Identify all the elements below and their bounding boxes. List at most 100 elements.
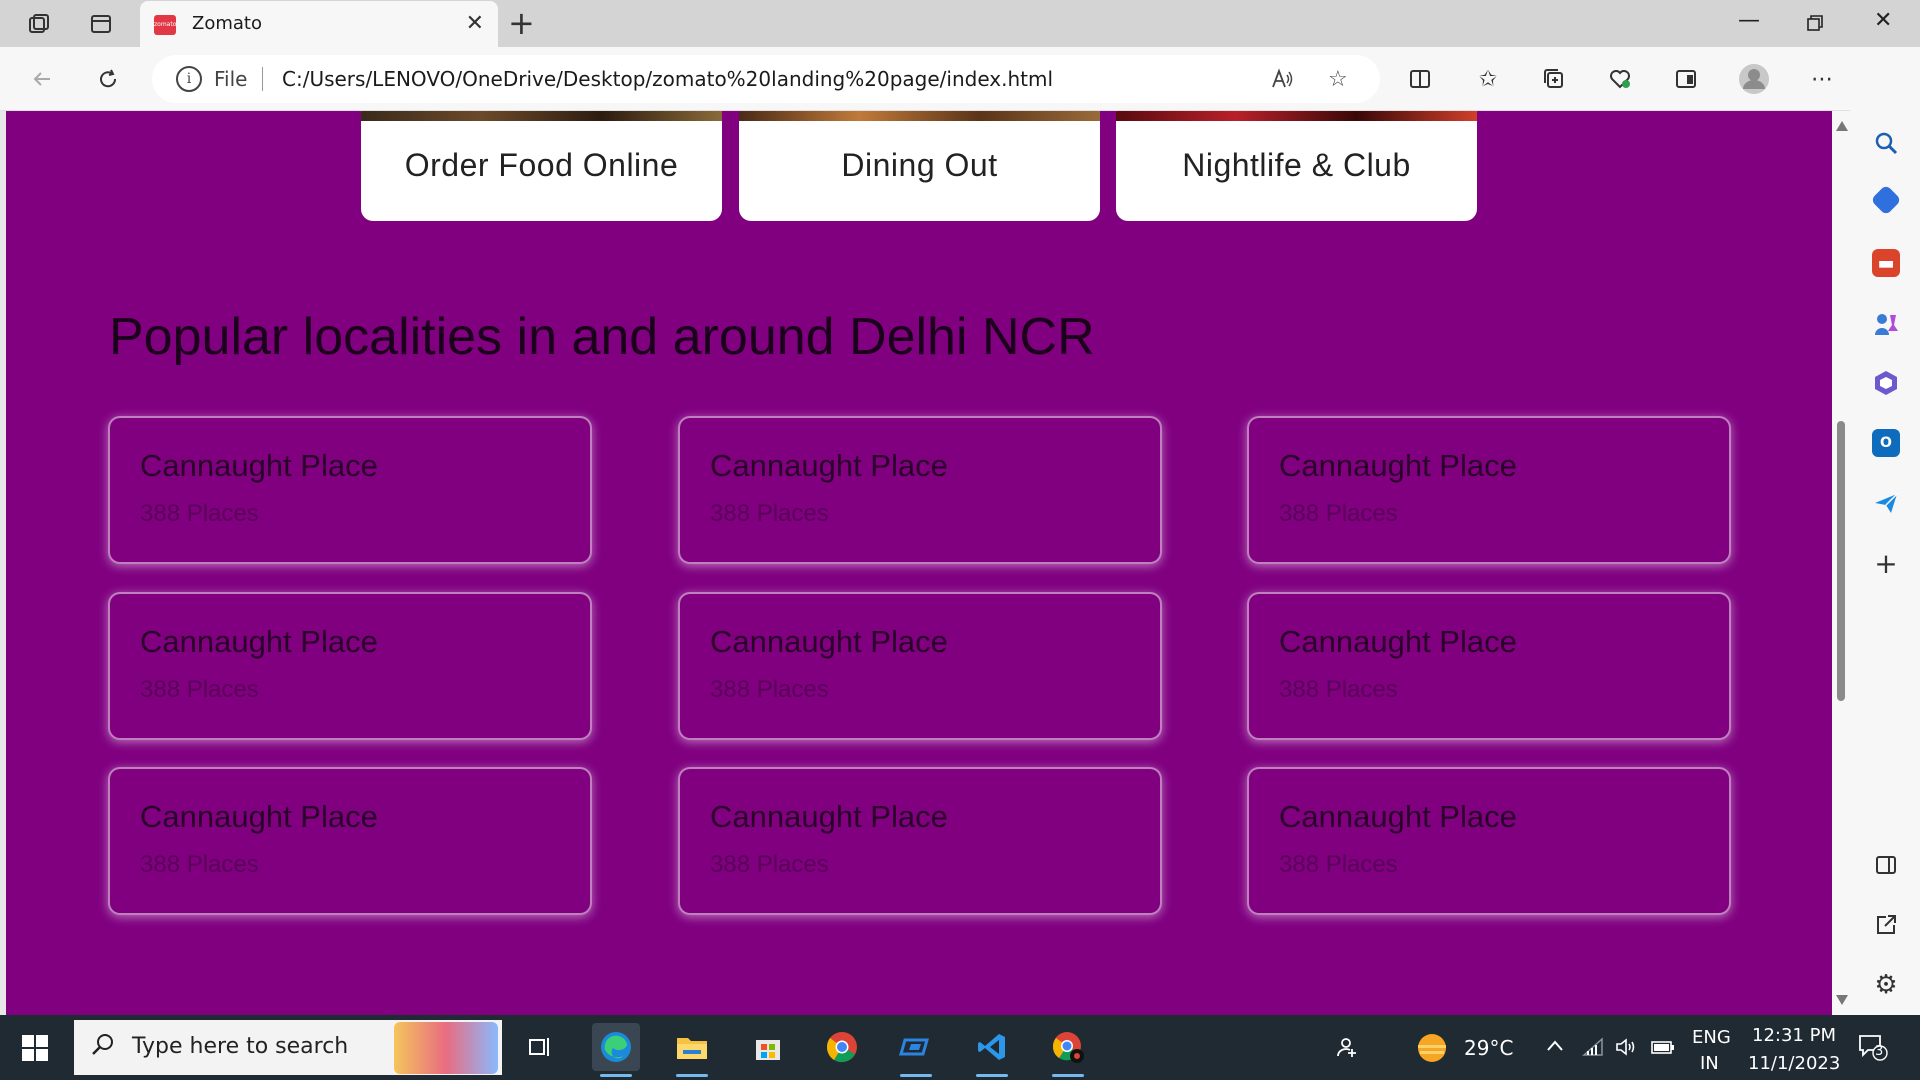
locality-name: Cannaught Place: [710, 799, 948, 834]
microsoft-365-icon[interactable]: [1872, 369, 1900, 397]
page-viewport: Order Food Online Dining Out Nightlife &…: [6, 111, 1832, 1015]
locality-count: 388 Places: [140, 676, 259, 703]
volume-icon[interactable]: [1614, 1035, 1638, 1064]
send-icon[interactable]: [1872, 489, 1900, 517]
input-language[interactable]: ENG: [1692, 1027, 1731, 1048]
browser-title-bar: zomato Zomato ✕ + — ✕: [0, 0, 1920, 47]
outlook-icon[interactable]: O: [1872, 429, 1900, 457]
weather-sun-icon[interactable]: [1414, 1031, 1452, 1070]
locality-card[interactable]: Cannaught Place 388 Places: [108, 592, 592, 740]
running-app-indicator: [676, 1074, 708, 1077]
locality-card[interactable]: Cannaught Place 388 Places: [108, 767, 592, 915]
split-screen-icon[interactable]: [1404, 63, 1436, 95]
category-label: Order Food Online: [404, 147, 679, 183]
browser-toolbar: i File C:/Users/LENOVO/OneDrive/Desktop/…: [0, 47, 1920, 111]
category-card-nightlife[interactable]: Nightlife & Club: [1116, 111, 1477, 221]
locality-count: 388 Places: [140, 851, 259, 878]
rdp-icon[interactable]: [892, 1023, 940, 1077]
locality-count: 388 Places: [1279, 851, 1398, 878]
scroll-up-arrow-icon[interactable]: [1836, 121, 1848, 131]
address-divider: [262, 67, 263, 91]
locality-count: 388 Places: [140, 500, 259, 527]
locality-count: 388 Places: [1279, 500, 1398, 527]
locality-card[interactable]: Cannaught Place 388 Places: [678, 592, 1162, 740]
vertical-scrollbar[interactable]: [1832, 111, 1850, 1015]
localities-heading: Popular localities in and around Delhi N…: [109, 308, 1095, 366]
zomato-favicon-icon: zomato: [154, 15, 176, 35]
new-tab-button[interactable]: +: [508, 7, 535, 39]
tab-close-icon[interactable]: ✕: [466, 11, 484, 36]
locality-name: Cannaught Place: [1279, 799, 1517, 834]
locality-count: 388 Places: [710, 500, 829, 527]
back-arrow-icon[interactable]: [26, 63, 58, 95]
locality-count: 388 Places: [710, 851, 829, 878]
locality-card[interactable]: Cannaught Place 388 Places: [678, 767, 1162, 915]
locality-card[interactable]: Cannaught Place 388 Places: [108, 416, 592, 564]
scrollbar-thumb[interactable]: [1837, 421, 1845, 701]
show-hidden-icons-chevron-icon[interactable]: [1544, 1035, 1566, 1062]
notifications-icon[interactable]: 3: [1858, 1033, 1888, 1066]
add-sidebar-app-icon[interactable]: +: [1872, 547, 1900, 580]
info-icon[interactable]: i: [176, 66, 202, 92]
category-label: Nightlife & Club: [1182, 147, 1411, 183]
battery-icon[interactable]: [1650, 1035, 1676, 1064]
locality-name: Cannaught Place: [140, 448, 378, 483]
clock-date[interactable]: 11/1/2023: [1748, 1053, 1840, 1074]
window-close-icon[interactable]: ✕: [1874, 8, 1892, 33]
locality-card[interactable]: Cannaught Place 388 Places: [1247, 767, 1731, 915]
favorite-star-icon[interactable]: ☆: [1328, 67, 1348, 92]
restore-icon[interactable]: [1806, 8, 1824, 38]
chrome-profile-icon[interactable]: [1044, 1023, 1092, 1077]
category-image: [1116, 111, 1477, 121]
category-card-order-food[interactable]: Order Food Online: [361, 111, 722, 221]
weather-temperature[interactable]: 29°C: [1464, 1036, 1513, 1060]
vscode-icon[interactable]: [968, 1023, 1016, 1077]
more-options-icon[interactable]: ⋯: [1806, 63, 1838, 95]
tools-briefcase-icon[interactable]: ▬: [1872, 249, 1900, 277]
favorites-icon[interactable]: ✩: [1472, 63, 1504, 95]
network-icon[interactable]: [1582, 1035, 1606, 1064]
taskbar-search-box[interactable]: Type here to search: [74, 1020, 502, 1075]
category-card-dining-out[interactable]: Dining Out: [739, 111, 1100, 221]
category-image: [739, 111, 1100, 121]
sidebar-settings-gear-icon[interactable]: ⚙: [1872, 970, 1900, 1000]
sidebar-toggle-icon[interactable]: [1670, 63, 1702, 95]
sidebar-search-icon[interactable]: [1872, 129, 1900, 157]
read-aloud-icon[interactable]: [1270, 67, 1294, 97]
browser-essentials-icon[interactable]: [1604, 63, 1636, 95]
shopping-tag-icon[interactable]: [1870, 184, 1902, 216]
tab-actions-icon[interactable]: [88, 12, 114, 36]
refresh-icon[interactable]: [92, 63, 124, 95]
windows-logo-icon[interactable]: [22, 1035, 48, 1061]
locality-count: 388 Places: [710, 676, 829, 703]
collections-icon[interactable]: [1538, 63, 1570, 95]
browser-tab-zomato[interactable]: zomato Zomato ✕: [140, 1, 498, 47]
address-bar[interactable]: i File C:/Users/LENOVO/OneDrive/Desktop/…: [152, 55, 1380, 103]
input-region[interactable]: IN: [1700, 1053, 1719, 1074]
file-explorer-icon[interactable]: [668, 1023, 716, 1077]
locality-card[interactable]: Cannaught Place 388 Places: [678, 416, 1162, 564]
people-icon[interactable]: [1334, 1035, 1358, 1064]
edge-icon[interactable]: [592, 1023, 640, 1077]
workspaces-icon[interactable]: [26, 12, 52, 36]
task-view-icon[interactable]: [516, 1023, 564, 1071]
scroll-down-arrow-icon[interactable]: [1836, 995, 1848, 1005]
locality-card[interactable]: Cannaught Place 388 Places: [1247, 592, 1731, 740]
running-app-indicator: [1052, 1074, 1084, 1077]
microsoft-store-icon[interactable]: [744, 1023, 792, 1071]
locality-card[interactable]: Cannaught Place 388 Places: [1247, 416, 1731, 564]
minimize-icon[interactable]: —: [1738, 8, 1760, 33]
profile-avatar[interactable]: [1738, 63, 1770, 95]
url-text[interactable]: C:/Users/LENOVO/OneDrive/Desktop/zomato%…: [282, 67, 1053, 91]
chrome-icon[interactable]: [818, 1023, 866, 1071]
games-icon[interactable]: [1872, 309, 1900, 337]
active-app-indicator: [600, 1074, 632, 1077]
locality-name: Cannaught Place: [710, 448, 948, 483]
hide-sidebar-icon[interactable]: [1872, 851, 1900, 879]
locality-count: 388 Places: [1279, 676, 1398, 703]
clock-time[interactable]: 12:31 PM: [1752, 1025, 1836, 1046]
edge-sidebar: ▬ O + ⚙: [1850, 47, 1920, 1015]
search-placeholder: Type here to search: [132, 1034, 349, 1059]
locality-name: Cannaught Place: [140, 799, 378, 834]
open-external-icon[interactable]: [1872, 911, 1900, 939]
